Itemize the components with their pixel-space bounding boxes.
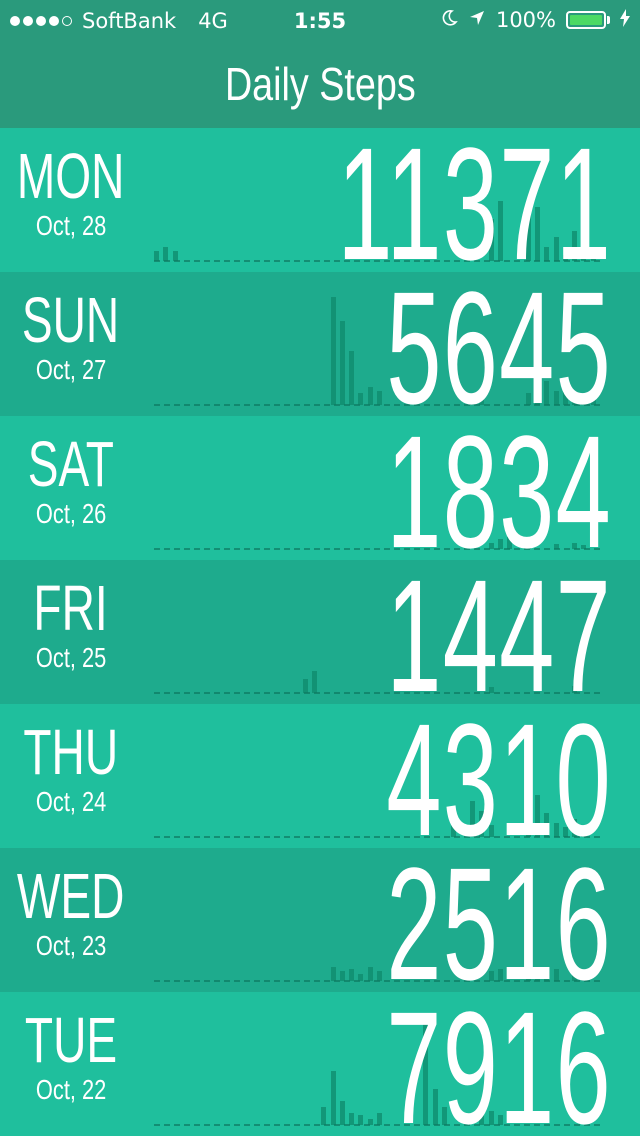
activity-bar [330, 966, 336, 981]
step-count: 7916 [386, 992, 612, 1136]
step-count: 1447 [386, 560, 612, 704]
day-label-group: SAT Oct, 26 [0, 416, 142, 560]
activity-bar [339, 1101, 345, 1125]
date-label: Oct, 28 [35, 210, 107, 241]
status-bar-right: 100% [440, 8, 630, 32]
activity-bar [339, 321, 345, 405]
day-label-group: SUN Oct, 27 [0, 272, 142, 416]
step-count: 2516 [386, 848, 612, 992]
date-label: Oct, 24 [35, 786, 107, 817]
weekday-label: MON [17, 140, 125, 212]
day-label-group: TUE Oct, 22 [0, 992, 142, 1136]
step-count: 5645 [386, 272, 612, 416]
date-label: Oct, 22 [35, 1074, 107, 1105]
activity-bar [311, 671, 317, 693]
weekday-label: THU [23, 716, 119, 788]
activity-bar [330, 297, 336, 405]
weekday-label: TUE [24, 1004, 118, 1076]
moon-icon [440, 8, 458, 32]
weekday-label: FRI [33, 572, 109, 644]
charging-bolt-icon [620, 8, 630, 32]
weekday-label: WED [17, 860, 125, 932]
activity-bar [330, 1071, 336, 1125]
day-label-group: WED Oct, 23 [0, 848, 142, 992]
weekday-label: SUN [22, 284, 120, 356]
page-title: Daily Steps [224, 58, 416, 110]
activity-bar [367, 387, 373, 405]
date-label: Oct, 27 [35, 354, 107, 385]
location-arrow-icon [468, 8, 486, 32]
status-bar: SoftBank 4G 1:55 100% [0, 0, 640, 40]
activity-bar [367, 966, 373, 981]
activity-bar [163, 246, 169, 261]
day-label-group: FRI Oct, 25 [0, 560, 142, 704]
day-row[interactable]: SAT Oct, 26 1834 [0, 416, 640, 560]
activity-bar [349, 351, 355, 405]
day-row[interactable]: FRI Oct, 25 1447 [0, 560, 640, 704]
weekday-label: SAT [27, 428, 115, 500]
date-label: Oct, 26 [35, 498, 107, 529]
day-row[interactable]: SUN Oct, 27 5645 [0, 272, 640, 416]
nav-header: Daily Steps [0, 40, 640, 129]
step-count: 1834 [386, 416, 612, 560]
daily-steps-list: MON Oct, 28 11371 SUN Oct, 27 5645 SAT Oct, 26 1… [0, 128, 640, 1136]
activity-bar [377, 390, 382, 405]
day-row[interactable]: THU Oct, 24 4310 [0, 704, 640, 848]
step-count: 11371 [337, 128, 612, 272]
day-row[interactable]: MON Oct, 28 11371 [0, 128, 640, 272]
battery-icon [566, 11, 610, 29]
date-label: Oct, 23 [35, 930, 107, 961]
day-row[interactable]: WED Oct, 23 2516 [0, 848, 640, 992]
activity-bar [321, 1107, 327, 1125]
activity-bar [302, 678, 308, 693]
battery-percentage: 100% [495, 8, 556, 32]
day-row[interactable]: TUE Oct, 22 7916 [0, 992, 640, 1136]
day-label-group: MON Oct, 28 [0, 128, 142, 272]
day-label-group: THU Oct, 24 [0, 704, 142, 848]
date-label: Oct, 25 [35, 642, 107, 673]
step-count: 4310 [386, 704, 612, 848]
